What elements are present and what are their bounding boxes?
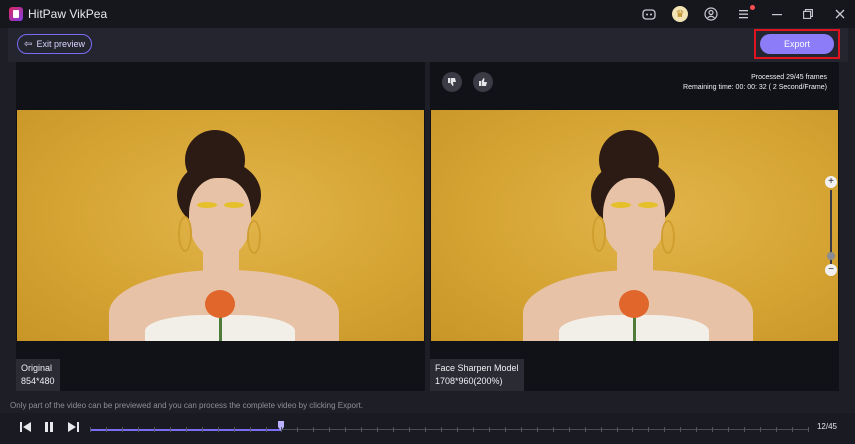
minimize-icon[interactable] [769, 6, 785, 22]
original-title: Original [21, 363, 53, 373]
timeline-tick [154, 427, 155, 432]
original-video-frame[interactable] [17, 110, 424, 341]
timeline-tick [170, 427, 171, 432]
app-logo-icon [9, 7, 23, 21]
timeline-tick [457, 427, 458, 432]
timeline-tick [90, 427, 91, 432]
app-title: HitPaw VikPea [28, 7, 108, 21]
timeline-tick [106, 427, 107, 432]
zoom-slider[interactable]: + − [824, 176, 838, 276]
timeline-tick [186, 427, 187, 432]
exit-preview-label: Exit preview [36, 39, 85, 49]
export-button[interactable]: Export [760, 34, 834, 54]
timeline-tick [601, 427, 602, 432]
timeline-tick [792, 427, 793, 432]
frame-timeline[interactable] [90, 421, 809, 433]
timeline-tick [297, 427, 298, 432]
original-label: Original 854*480 [16, 359, 60, 391]
notification-dot [750, 5, 755, 10]
timeline-tick [760, 427, 761, 432]
timeline-tick [202, 427, 203, 432]
timeline-tick [664, 427, 665, 432]
enhanced-label: Face Sharpen Model 1708*960(200%) [430, 359, 524, 391]
restore-icon[interactable] [800, 6, 816, 22]
timeline-tick [712, 427, 713, 432]
timeline-tick [585, 427, 586, 432]
playback-bar: 12/45 [0, 413, 855, 444]
timeline-tick [537, 427, 538, 432]
timeline-tick [329, 427, 330, 432]
timeline-tick [776, 427, 777, 432]
exit-icon: ⇦ [24, 38, 33, 50]
timeline-tick [441, 427, 442, 432]
timeline-tick [648, 427, 649, 432]
original-preview-panel: Original 854*480 [16, 62, 425, 391]
timeline-tick [632, 427, 633, 432]
discord-icon[interactable] [641, 6, 657, 22]
timeline-tick [313, 427, 314, 432]
timeline-tick [393, 427, 394, 432]
processed-frames-text: Processed 29/45 frames [751, 74, 827, 81]
previous-frame-icon[interactable] [19, 421, 33, 436]
timeline-tick [281, 427, 282, 432]
enhanced-resolution: 1708*960(200%) [435, 376, 503, 386]
timeline-tick [744, 427, 745, 432]
timeline-tick [138, 427, 139, 432]
frame-counter: 12/45 [816, 422, 837, 431]
timeline-tick [234, 427, 235, 432]
title-bar: HitPaw VikPea ♛ [0, 0, 855, 28]
timeline-tick [617, 427, 618, 432]
timeline-tick [680, 427, 681, 432]
timeline-tick [409, 427, 410, 432]
timeline-tick [250, 427, 251, 432]
timeline-tick [521, 427, 522, 432]
zoom-in-icon[interactable]: + [825, 176, 837, 188]
timeline-tick [489, 427, 490, 432]
enhanced-preview-panel: Processed 29/45 frames Remaining time: 0… [430, 62, 839, 391]
remaining-time-text: Remaining time: 00: 00: 32 ( 2 Second/Fr… [683, 84, 827, 91]
exit-preview-button[interactable]: ⇦ Exit preview [17, 34, 92, 54]
timeline-tick [377, 427, 378, 432]
enhanced-video-frame[interactable] [431, 110, 838, 341]
pause-icon[interactable] [43, 421, 55, 436]
timeline-tick [505, 427, 506, 432]
preview-info-text: Only part of the video can be previewed … [10, 401, 364, 410]
timeline-tick [345, 427, 346, 432]
export-highlight-box: Export [754, 29, 840, 59]
account-icon[interactable] [703, 6, 719, 22]
timeline-tick [808, 427, 809, 432]
timeline-tick [266, 427, 267, 432]
close-icon[interactable] [832, 6, 848, 22]
next-frame-icon[interactable] [66, 421, 80, 436]
original-resolution: 854*480 [21, 376, 55, 386]
model-name: Face Sharpen Model [435, 363, 519, 373]
timeline-tick [473, 427, 474, 432]
gift-icon[interactable]: ♛ [672, 6, 688, 22]
timeline-tick [218, 427, 219, 432]
timeline-tick [696, 427, 697, 432]
processing-status: Processed 29/45 frames Remaining time: 0… [683, 73, 827, 93]
timeline-tick [361, 427, 362, 432]
menu-icon[interactable] [737, 5, 755, 22]
timeline-tick [728, 427, 729, 432]
thumbs-up-icon[interactable] [473, 72, 493, 92]
zoom-out-icon[interactable]: − [825, 264, 837, 276]
timeline-tick [122, 427, 123, 432]
preview-toolbar: ⇦ Exit preview Export [8, 28, 848, 62]
timeline-tick [553, 427, 554, 432]
thumbs-down-icon[interactable] [442, 72, 462, 92]
timeline-tick [569, 427, 570, 432]
timeline-tick [425, 427, 426, 432]
zoom-handle[interactable] [827, 252, 835, 260]
